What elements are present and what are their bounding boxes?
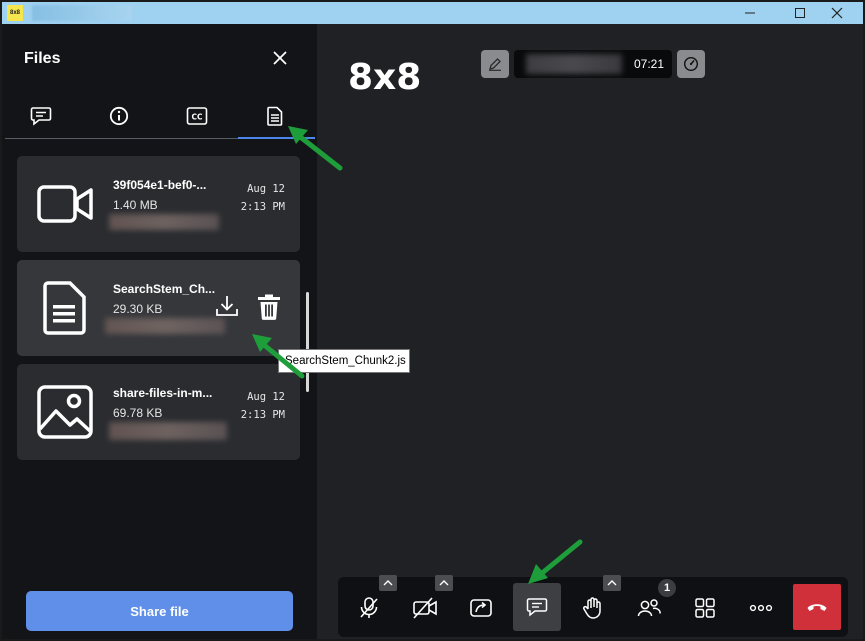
close-panel-button[interactable]: [268, 46, 292, 70]
close-window-button[interactable]: [814, 2, 860, 24]
trash-icon: [258, 294, 280, 320]
microphone-options-button[interactable]: [379, 575, 397, 591]
connection-quality-button[interactable]: [677, 50, 705, 78]
panel-tabs: CC: [2, 94, 317, 140]
file-name-tooltip: SearchStem_Chunk2.js: [278, 349, 410, 373]
maximize-icon: [795, 8, 805, 18]
download-button[interactable]: [215, 294, 239, 325]
share-screen-icon: [470, 599, 492, 617]
video-icon: [37, 178, 93, 230]
panel-title: Files: [24, 50, 61, 67]
meeting-toolbar: 1: [338, 575, 848, 637]
file-name: share-files-in-m...: [113, 386, 213, 400]
tab-captions[interactable]: CC: [158, 94, 236, 138]
svg-text:CC: CC: [191, 113, 203, 122]
file-name: SearchStem_Ch...: [113, 282, 216, 296]
file-actions: [215, 294, 281, 325]
delete-button[interactable]: [257, 294, 281, 325]
share-screen-button[interactable]: [458, 585, 504, 631]
file-timestamp: Aug 12 2:13 PM: [241, 388, 285, 424]
file-size: 1.40 MB: [113, 198, 158, 212]
file-list-scrollbar[interactable]: [306, 292, 309, 392]
raise-hand-icon: [583, 597, 601, 619]
file-time: 2:13 PM: [240, 201, 285, 213]
file-name: 39f054e1-bef0-...: [113, 178, 207, 192]
download-icon: [216, 296, 238, 316]
file-date: Aug 12: [247, 391, 285, 403]
speedometer-icon: [683, 56, 699, 72]
minimize-button[interactable]: [727, 2, 773, 24]
timer-text: 07:21: [633, 57, 664, 71]
chat-icon: [526, 598, 548, 617]
tile-view-icon: [695, 598, 715, 618]
file-date: Aug 12: [247, 183, 285, 195]
tab-files[interactable]: [236, 94, 314, 138]
camera-options-button[interactable]: [435, 575, 453, 591]
participant-count-badge: 1: [658, 579, 676, 597]
title-bar: 8x8: [2, 2, 863, 24]
microphone-muted-icon: [360, 597, 378, 618]
pencil-icon: [489, 58, 501, 71]
tab-info[interactable]: [80, 94, 158, 138]
file-size: 29.30 KB: [113, 302, 163, 316]
minimize-icon: [745, 12, 755, 14]
chevron-up-icon: [607, 580, 617, 586]
active-tab-indicator: [238, 137, 315, 139]
camera-off-icon: [413, 597, 437, 619]
more-options-button[interactable]: [738, 585, 784, 631]
microphone-button[interactable]: [346, 585, 392, 631]
more-icon: [749, 604, 773, 612]
chat-button[interactable]: [513, 583, 561, 631]
close-icon: [273, 51, 287, 65]
brand-logo: 8x8: [348, 57, 422, 98]
tile-view-button[interactable]: [682, 585, 728, 631]
file-sender-redacted: [105, 318, 225, 334]
share-file-button[interactable]: Share file: [26, 591, 293, 631]
file-sender-redacted: [109, 214, 219, 230]
participants-icon: [637, 599, 661, 617]
raise-hand-button[interactable]: [570, 585, 616, 631]
chevron-up-icon: [383, 580, 393, 586]
chevron-up-icon: [439, 580, 449, 586]
file-item[interactable]: 39f054e1-bef0-... 1.40 MB Aug 12 2:13 PM: [17, 156, 300, 252]
image-icon: [37, 385, 93, 439]
whiteboard-button[interactable]: [481, 50, 509, 78]
file-size: 69.78 KB: [113, 406, 163, 420]
info-icon: [109, 106, 129, 126]
camera-button[interactable]: [402, 585, 448, 631]
meeting-name-redacted: [526, 54, 622, 74]
tab-chat[interactable]: [2, 94, 80, 138]
hang-up-button[interactable]: [793, 584, 841, 630]
app-window: 8x8 Files CC 39f054e1-bef0-... 1.40 MB A…: [0, 0, 865, 641]
window-title-redacted: [32, 5, 132, 21]
meeting-timer: 07:21: [514, 50, 672, 78]
reactions-options-button[interactable]: [603, 575, 621, 591]
file-timestamp: Aug 12 2:13 PM: [241, 180, 285, 216]
file-item[interactable]: SearchStem_Ch... 29.30 KB: [17, 260, 300, 356]
file-sender-redacted: [109, 422, 227, 440]
chat-icon: [30, 107, 52, 126]
document-icon: [267, 106, 283, 126]
captions-icon: CC: [186, 107, 208, 125]
app-logo: 8x8: [7, 5, 23, 21]
phone-hangup-icon: [807, 604, 827, 611]
file-time: 2:13 PM: [240, 409, 285, 421]
close-icon: [831, 7, 843, 19]
files-panel: Files CC 39f054e1-bef0-... 1.40 MB Aug 1…: [2, 24, 317, 639]
file-item[interactable]: share-files-in-m... 69.78 KB Aug 12 2:13…: [17, 364, 300, 460]
document-icon: [37, 281, 93, 335]
